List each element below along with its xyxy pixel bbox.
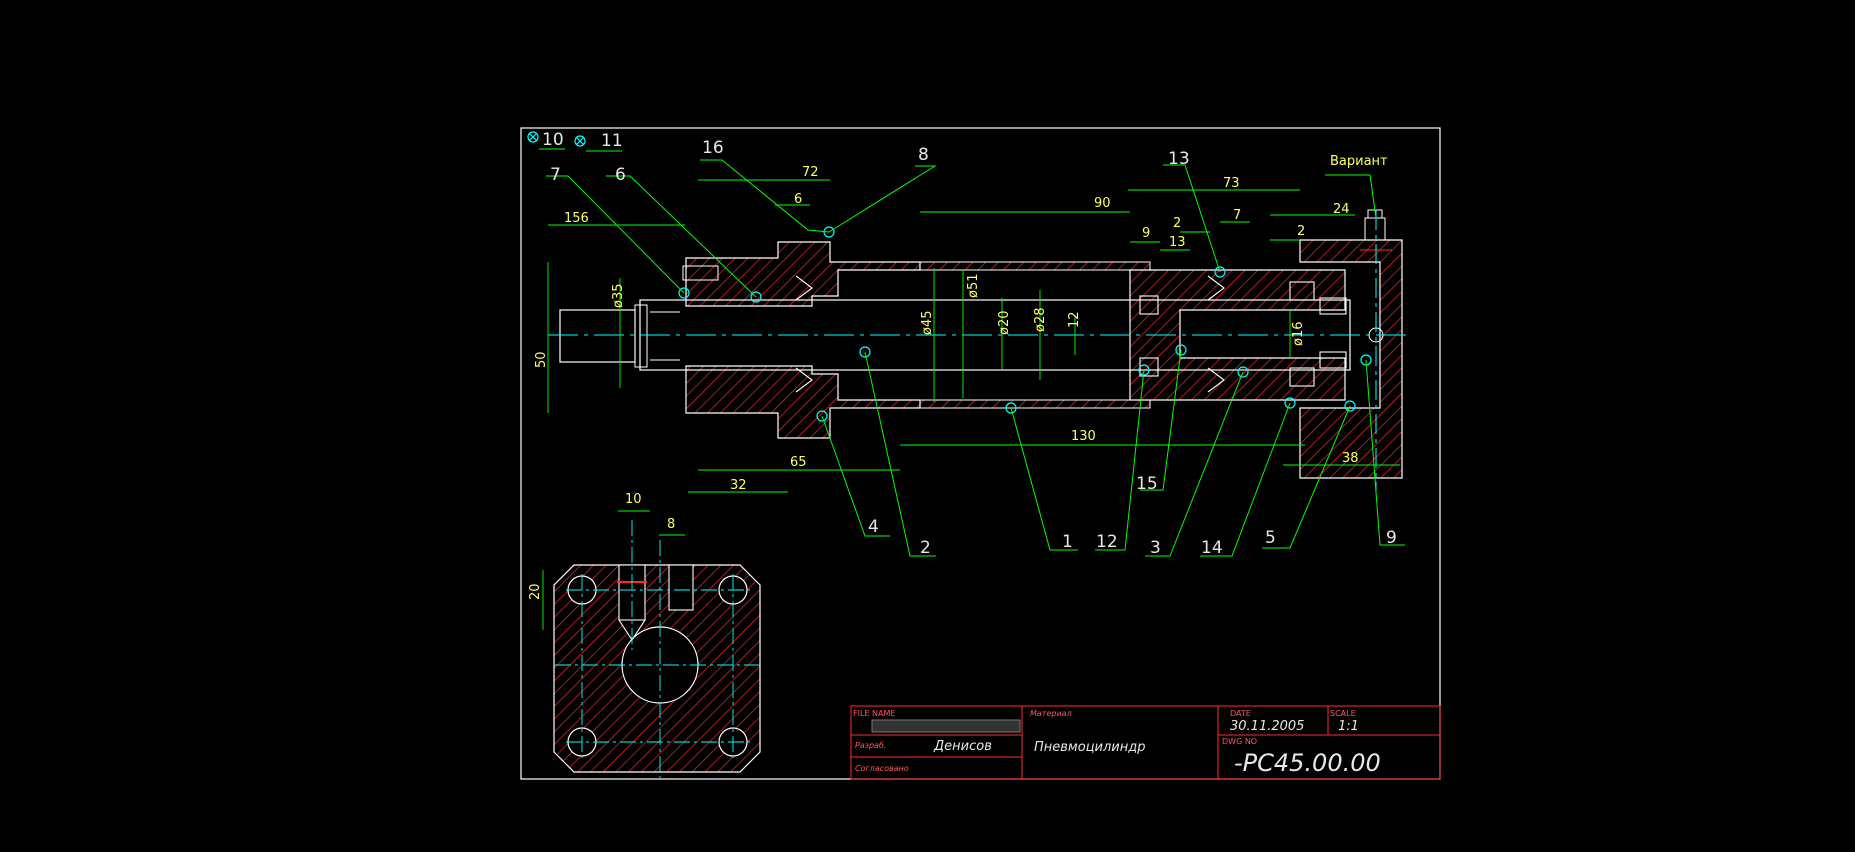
dim-dia28: ø28	[1033, 308, 1048, 333]
dim-dia35: ø35	[611, 284, 626, 309]
weld-symbol-icon	[527, 131, 539, 143]
callout-14: 14	[1201, 538, 1223, 558]
dim-50: 50	[534, 351, 549, 368]
callout-8: 8	[918, 145, 929, 165]
dim-13: 13	[1169, 235, 1186, 250]
dim-12: 12	[1067, 311, 1082, 328]
dim-73: 73	[1223, 176, 1240, 191]
callout-9: 9	[1386, 528, 1397, 548]
cylinder-section	[548, 209, 1410, 490]
dim-10: 10	[625, 492, 642, 507]
dim-dia45: ø45	[920, 311, 935, 336]
dim-38: 38	[1342, 451, 1359, 466]
dim-90: 90	[1094, 196, 1111, 211]
callout-5: 5	[1265, 528, 1276, 548]
part-name: Пневмоцилиндр	[1034, 740, 1146, 755]
front-cover-lower	[685, 365, 921, 439]
dim-65: 65	[790, 455, 807, 470]
drawing-number: -PC45.00.00	[1234, 749, 1381, 777]
legend-item-10: 10	[542, 130, 564, 150]
callout-15: 15	[1136, 474, 1158, 494]
legend-item-11: 11	[601, 131, 623, 151]
drawing-date: 30.11.2005	[1230, 719, 1304, 734]
material-label: Материал	[1030, 709, 1072, 718]
dim-6: 6	[794, 192, 802, 207]
title-block: FILE NAME Материал DATE SCALE Разраб. Со…	[850, 705, 1441, 780]
callout-16: 16	[702, 138, 724, 158]
scale-label: SCALE	[1330, 709, 1356, 718]
callout-3: 3	[1150, 538, 1161, 558]
dim-dia16: ø16	[1291, 322, 1306, 347]
developer-name: Денисов	[933, 739, 992, 754]
assembly-drawing: 10 11 16 8 7 6 13 4 2 1 12 15 3 14 5 9 В…	[520, 127, 1441, 780]
dim-32: 32	[730, 478, 747, 493]
callout-13: 13	[1168, 149, 1190, 169]
front-cover	[685, 241, 921, 307]
dim-9: 9	[1142, 226, 1150, 241]
cad-viewport: 10 11 16 8 7 6 13 4 2 1 12 15 3 14 5 9 В…	[0, 0, 1855, 848]
barrel-tube-top	[919, 261, 1151, 271]
dim-24: 24	[1333, 202, 1350, 217]
callout-4: 4	[868, 517, 879, 537]
dim-156: 156	[564, 211, 589, 226]
callout-1: 1	[1062, 532, 1073, 552]
dwg-no-label: DWG NO	[1222, 737, 1257, 746]
date-label: DATE	[1230, 709, 1251, 718]
drawing-scale: 1:1	[1338, 719, 1359, 734]
dim-dia51: ø51	[966, 274, 981, 299]
developer-label: Разраб.	[855, 741, 886, 750]
file-name-label: FILE NAME	[853, 709, 895, 718]
callout-7: 7	[550, 165, 561, 185]
rod-thread	[559, 309, 636, 363]
file-name-value	[871, 719, 1021, 733]
dim-2b: 2	[1297, 224, 1305, 239]
legend: 10 11	[527, 130, 623, 152]
checked-label: Согласовано	[855, 764, 909, 773]
variant-label: Вариант	[1330, 154, 1388, 169]
dim-72: 72	[802, 165, 819, 180]
callout-12: 12	[1096, 532, 1118, 552]
dim-8: 8	[667, 517, 675, 532]
barrel-tube-bottom	[919, 399, 1151, 409]
callout-2: 2	[920, 538, 931, 558]
dim-7: 7	[1233, 208, 1241, 223]
dim-20: 20	[528, 583, 543, 600]
weld-symbol-icon	[574, 135, 586, 147]
callout-numbers: 16 8 7 6 13 4 2 1 12 15 3 14 5 9	[550, 138, 1397, 558]
end-view	[553, 520, 762, 778]
callout-6: 6	[615, 165, 626, 185]
dim-130: 130	[1071, 429, 1096, 444]
dim-dia20: ø20	[997, 311, 1012, 336]
dim-2a: 2	[1173, 216, 1181, 231]
